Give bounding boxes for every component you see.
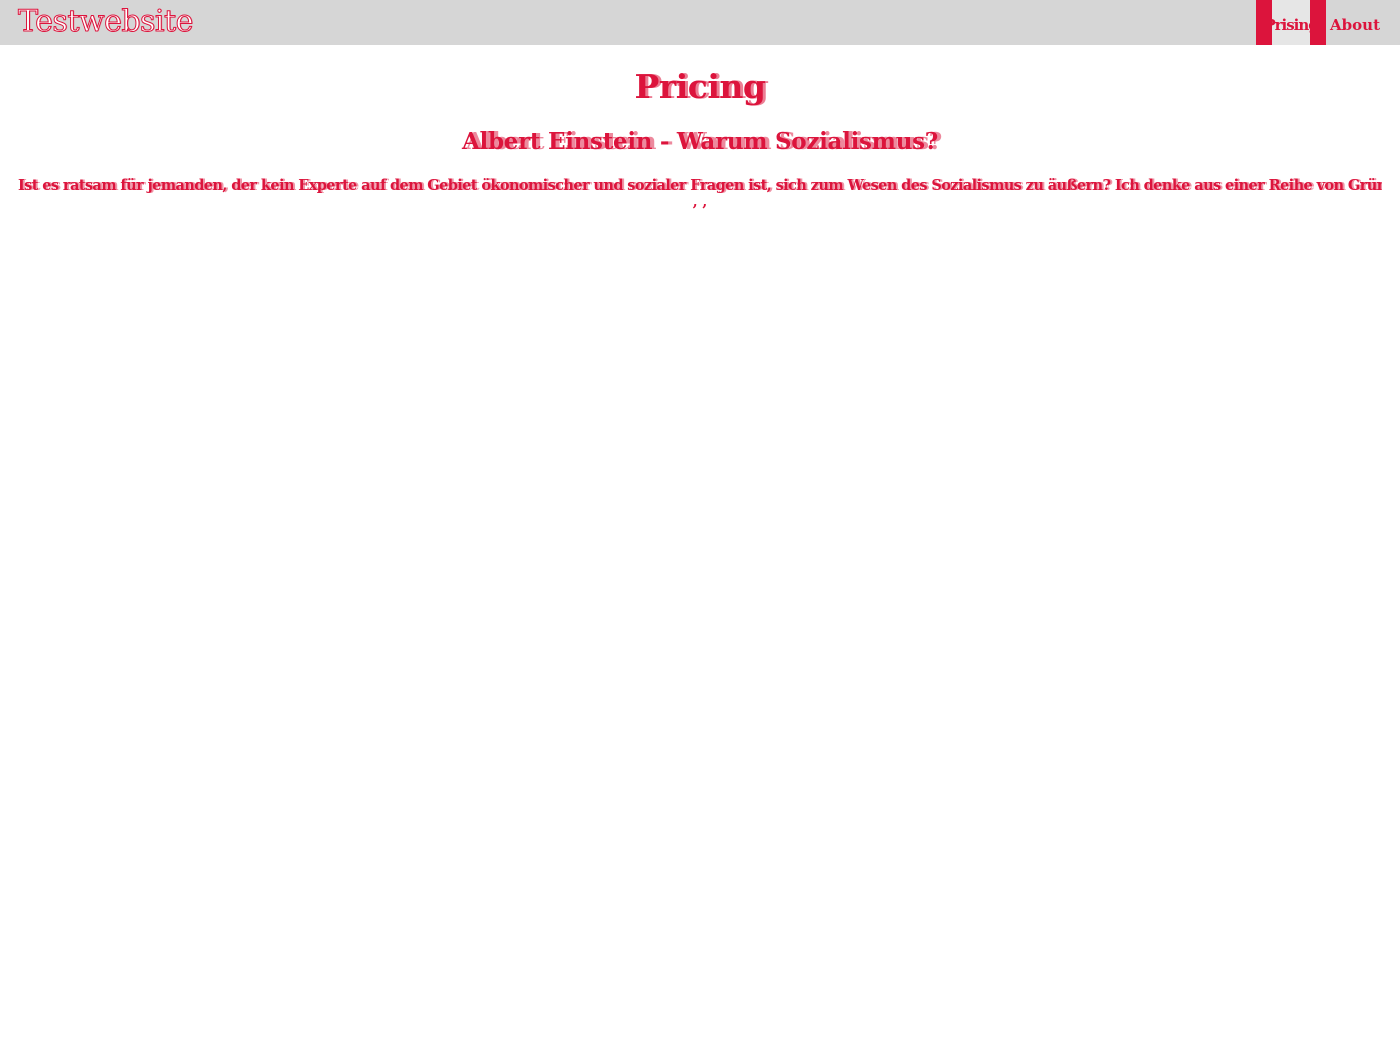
article-paragraph-tail: , , bbox=[692, 194, 708, 210]
nav-accent-bar-right bbox=[1310, 0, 1327, 45]
page-title: Pricing bbox=[634, 67, 766, 106]
main-navigation: Prising About bbox=[1256, 0, 1400, 45]
site-brand[interactable]: Testwebsite bbox=[18, 4, 194, 40]
page-content: Pricing Albert Einstein - Warum Sozialis… bbox=[0, 67, 1400, 209]
nav-item-about[interactable]: About bbox=[1326, 0, 1400, 45]
top-navigation-bar: Testwebsite Prising About bbox=[0, 0, 1400, 45]
nav-item-pricing[interactable]: Prising bbox=[1264, 0, 1319, 45]
article-heading: Albert Einstein - Warum Sozialismus? bbox=[462, 128, 938, 155]
